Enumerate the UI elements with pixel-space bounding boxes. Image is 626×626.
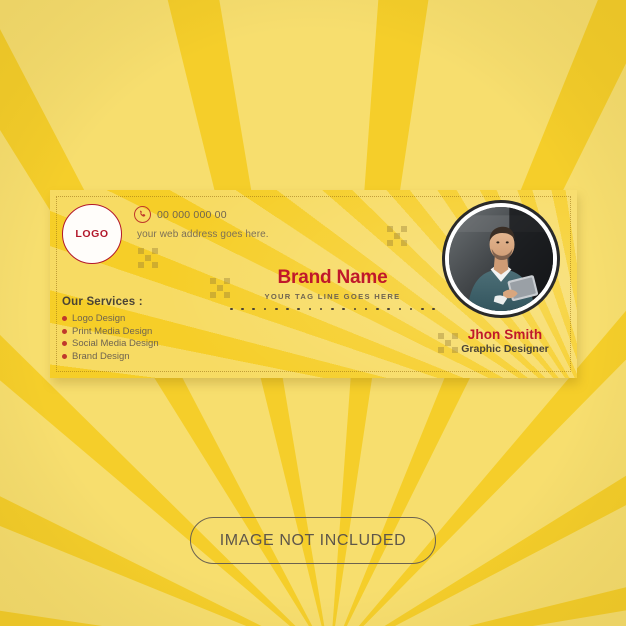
divider-dot [286, 307, 289, 311]
bullet-icon [62, 341, 67, 346]
brand-tagline: YOUR TAG LINE GOES HERE [264, 291, 401, 301]
service-label: Logo Design [72, 313, 126, 324]
services-block: Our Services : Logo Design Print Media D… [62, 296, 159, 363]
image-not-included-banner: IMAGE NOT INCLUDED [190, 517, 436, 564]
email-signature-card: LOGO 00 000 000 00 your web address goes… [50, 190, 577, 378]
phone-number: 00 000 000 00 [157, 208, 227, 221]
image-not-included-label: IMAGE NOT INCLUDED [219, 531, 407, 549]
divider-dot [230, 307, 233, 311]
divider-dot [331, 307, 334, 311]
brand-block: Brand Name YOUR TAG LINE GOES HERE [230, 267, 435, 311]
bullet-icon [62, 328, 67, 334]
divider-dot [297, 307, 300, 311]
service-item: Social Media Design [62, 338, 159, 349]
checker-deco-2 [387, 226, 408, 247]
portrait-photo [449, 207, 553, 311]
portrait-white-ring [445, 203, 557, 315]
person-block: Jhon Smith Graphic Designer [445, 327, 565, 355]
contact-block: 00 000 000 00 your web address goes here… [134, 206, 269, 240]
logo-placeholder[interactable]: LOGO [62, 204, 122, 264]
bullet-icon [62, 316, 67, 321]
service-label: Brand Design [72, 350, 130, 362]
logo-label: LOGO [75, 228, 109, 240]
person-name: Jhon Smith [467, 327, 543, 342]
services-title: Our Services : [62, 296, 143, 308]
divider-dot [263, 307, 267, 311]
divider-dot [241, 307, 244, 311]
person-role: Graphic Designer [461, 343, 549, 355]
service-item: Logo Design [62, 313, 159, 324]
phone-row[interactable]: 00 000 000 00 [134, 206, 269, 223]
divider-dot [409, 307, 413, 311]
phone-icon [134, 206, 151, 223]
dotted-divider [230, 307, 435, 311]
service-label: Social Media Design [72, 338, 159, 349]
divider-dot [252, 307, 256, 311]
divider-dot [364, 307, 368, 311]
divider-dot [398, 307, 402, 311]
divider-dot [376, 307, 379, 311]
divider-dot [353, 307, 357, 311]
service-label: Print Media Design [72, 325, 153, 337]
divider-dot [274, 307, 278, 311]
divider-dot [342, 307, 345, 311]
divider-dot [432, 307, 435, 311]
divider-dot [319, 307, 323, 311]
divider-dot [420, 307, 424, 311]
website-address: your web address goes here. [137, 229, 269, 240]
checker-deco-3 [210, 278, 231, 299]
checker-deco-1 [138, 248, 159, 269]
service-item: Print Media Design [62, 326, 159, 337]
bullet-icon [62, 353, 67, 359]
screenshot-root: LOGO 00 000 000 00 your web address goes… [0, 0, 626, 626]
divider-dot [387, 307, 390, 311]
portrait-frame [442, 200, 560, 318]
brand-name: Brand Name [277, 267, 388, 288]
divider-dot [308, 307, 312, 311]
service-item: Brand Design [62, 351, 159, 362]
